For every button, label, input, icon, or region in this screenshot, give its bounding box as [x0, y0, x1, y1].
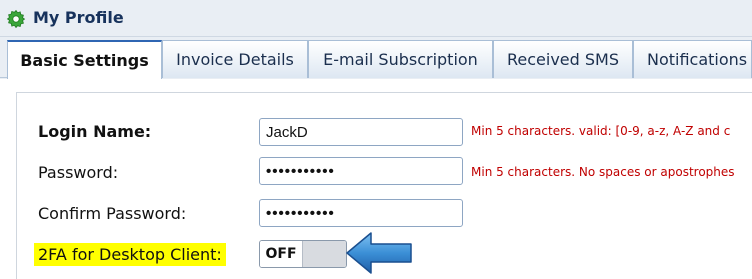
- tab-notifications[interactable]: Notifications: [633, 40, 752, 78]
- tab-label: E-mail Subscription: [323, 50, 478, 69]
- password-input[interactable]: [259, 157, 463, 185]
- tab-basic-settings[interactable]: Basic Settings: [7, 40, 162, 81]
- login-name-label: Login Name:: [38, 122, 152, 141]
- twofa-label: 2FA for Desktop Client:: [34, 243, 226, 266]
- gear-icon: [6, 9, 26, 29]
- confirm-password-input[interactable]: [259, 199, 463, 227]
- login-name-hint: Min 5 characters. valid: [0-9, a-z, A-Z …: [471, 124, 731, 138]
- page-header: My Profile: [0, 0, 752, 37]
- tab-email-subscription[interactable]: E-mail Subscription: [308, 40, 493, 78]
- login-name-input[interactable]: [259, 118, 463, 146]
- password-hint: Min 5 characters. No spaces or apostroph…: [471, 165, 735, 179]
- tab-invoice-details[interactable]: Invoice Details: [162, 40, 308, 78]
- password-label: Password:: [38, 163, 119, 182]
- page-title: My Profile: [33, 8, 124, 27]
- pointer-arrow-icon: [346, 232, 412, 274]
- tab-label: Received SMS: [507, 50, 619, 69]
- tab-received-sms[interactable]: Received SMS: [493, 40, 633, 78]
- confirm-password-label: Confirm Password:: [38, 204, 187, 223]
- tab-label: Notifications: [647, 50, 748, 69]
- toggle-knob[interactable]: [302, 241, 346, 267]
- twofa-toggle[interactable]: OFF: [259, 240, 347, 268]
- toggle-state-text: OFF: [260, 241, 302, 267]
- tab-label: Basic Settings: [20, 51, 149, 70]
- tab-label: Invoice Details: [176, 50, 294, 69]
